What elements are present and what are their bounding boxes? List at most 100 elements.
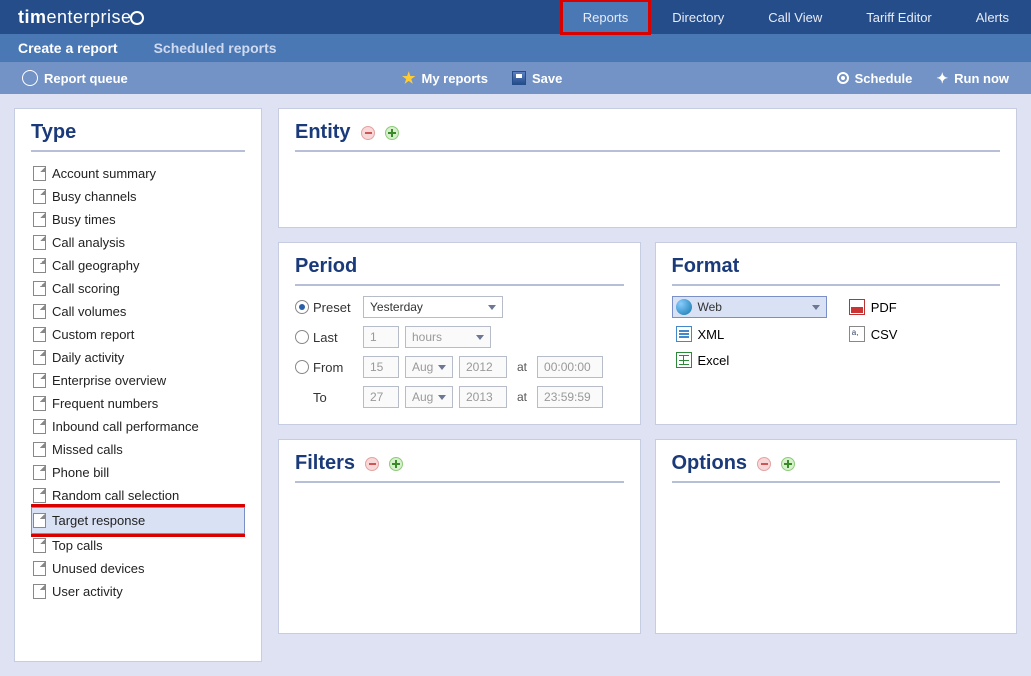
period-from-radio[interactable] (295, 360, 309, 374)
top-navbar: timenterprise ReportsDirectoryCall ViewT… (0, 0, 1031, 34)
add-icon[interactable] (781, 457, 795, 471)
type-item-call-scoring[interactable]: Call scoring (31, 277, 245, 300)
top-tab-tariff-editor[interactable]: Tariff Editor (844, 0, 954, 34)
period-last-radio[interactable] (295, 330, 309, 344)
format-label: Excel (698, 353, 730, 368)
format-label: Web (698, 300, 722, 314)
main-area: Type Account summaryBusy channels Busy ti… (0, 94, 1031, 676)
type-item-call-volumes[interactable]: Call volumes (31, 300, 245, 323)
sub-tab-create-a-report[interactable]: Create a report (0, 34, 136, 62)
type-item-inbound-call-performance[interactable]: Inbound call performance (31, 415, 245, 438)
type-item-label: Inbound call performance (52, 419, 199, 434)
save-icon (512, 71, 526, 85)
type-title: Type (31, 121, 76, 144)
period-last-qty[interactable]: 1 (363, 326, 399, 348)
document-icon (33, 304, 46, 319)
entity-title: Entity (295, 121, 351, 144)
type-item-label: Busy times (52, 212, 116, 227)
type-item-busy-times[interactable]: Busy times (31, 208, 245, 231)
type-item-missed-calls[interactable]: Missed calls (31, 438, 245, 461)
report-queue-label: Report queue (44, 71, 128, 86)
entity-panel: Entity (278, 108, 1017, 228)
type-item-frequent-numbers[interactable]: Frequent numbers (31, 392, 245, 415)
remove-icon[interactable] (757, 457, 771, 471)
type-list[interactable]: Account summaryBusy channels Busy times Ca… (31, 162, 245, 644)
from-year[interactable]: 2012 (459, 356, 507, 378)
xml-icon (676, 326, 692, 342)
save-button[interactable]: Save (504, 71, 570, 86)
document-icon (33, 488, 46, 503)
my-reports-label: My reports (422, 71, 488, 86)
format-xml[interactable]: XML (672, 324, 827, 344)
top-tab-alerts[interactable]: Alerts (954, 0, 1031, 34)
period-to-label: To (313, 390, 363, 405)
from-time[interactable]: 00:00:00 (537, 356, 603, 378)
to-month[interactable]: Aug (405, 386, 453, 408)
to-year[interactable]: 2013 (459, 386, 507, 408)
format-title: Format (672, 255, 740, 278)
type-item-unused-devices[interactable]: Unused devices (31, 557, 245, 580)
format-web[interactable]: Web (672, 296, 827, 318)
period-from-label: From (313, 360, 363, 375)
type-item-enterprise-overview[interactable]: Enterprise overview (31, 369, 245, 392)
entity-header: Entity (295, 121, 1000, 152)
format-csv[interactable]: CSV (845, 324, 1000, 344)
my-reports-button[interactable]: ★ My reports (394, 69, 496, 87)
type-item-account-summary[interactable]: Account summary (31, 162, 245, 185)
type-item-phone-bill[interactable]: Phone bill (31, 461, 245, 484)
add-icon[interactable] (385, 126, 399, 140)
period-grid: Preset Yesterday Last 1 hours From 15 Au… (295, 296, 624, 408)
run-now-label: Run now (954, 71, 1009, 86)
brand-light: enterprise (47, 7, 132, 27)
from-month[interactable]: Aug (405, 356, 453, 378)
document-icon (33, 465, 46, 480)
type-item-label: Daily activity (52, 350, 124, 365)
type-item-label: Unused devices (52, 561, 145, 576)
document-icon (33, 373, 46, 388)
top-tab-directory[interactable]: Directory (650, 0, 746, 34)
csv-icon (849, 326, 865, 342)
type-item-label: Custom report (52, 327, 134, 342)
save-label: Save (532, 71, 562, 86)
schedule-button[interactable]: Schedule (829, 71, 921, 86)
web-icon (676, 299, 692, 315)
report-queue-button[interactable]: Report queue (14, 70, 136, 86)
type-item-random-call-selection[interactable]: Random call selection (31, 484, 245, 507)
type-item-busy-channels[interactable]: Busy channels (31, 185, 245, 208)
to-day[interactable]: 27 (363, 386, 399, 408)
remove-icon[interactable] (365, 457, 379, 471)
from-day[interactable]: 15 (363, 356, 399, 378)
options-panel: Options (655, 439, 1018, 634)
type-item-target-response[interactable]: Target response (31, 507, 245, 534)
type-item-daily-activity[interactable]: Daily activity (31, 346, 245, 369)
remove-icon[interactable] (361, 126, 375, 140)
format-excel[interactable]: Excel (672, 350, 827, 370)
period-last-unit[interactable]: hours (405, 326, 491, 348)
type-item-call-geography[interactable]: Call geography (31, 254, 245, 277)
type-item-label: Target response (52, 513, 145, 528)
type-item-call-analysis[interactable]: Call analysis (31, 231, 245, 254)
filters-title: Filters (295, 452, 355, 475)
document-icon (33, 258, 46, 273)
format-pdf[interactable]: PDF (845, 296, 1000, 318)
to-time[interactable]: 23:59:59 (537, 386, 603, 408)
type-item-custom-report[interactable]: Custom report (31, 323, 245, 346)
top-tab-call-view[interactable]: Call View (746, 0, 844, 34)
document-icon (33, 189, 46, 204)
document-icon (33, 235, 46, 250)
top-tab-reports[interactable]: Reports (561, 0, 651, 34)
sub-navbar: Create a reportScheduled reports (0, 34, 1031, 62)
sub-tab-scheduled-reports[interactable]: Scheduled reports (136, 34, 295, 62)
period-preset-select[interactable]: Yesterday (363, 296, 503, 318)
type-item-label: Top calls (52, 538, 103, 553)
period-header: Period (295, 255, 624, 286)
clock-icon (837, 72, 849, 84)
add-icon[interactable] (389, 457, 403, 471)
type-item-top-calls[interactable]: Top calls (31, 534, 245, 557)
top-tabs: ReportsDirectoryCall ViewTariff EditorAl… (561, 0, 1031, 34)
period-preset-radio[interactable] (295, 300, 309, 314)
type-item-label: User activity (52, 584, 123, 599)
format-label: PDF (871, 300, 897, 315)
type-item-user-activity[interactable]: User activity (31, 580, 245, 603)
run-now-button[interactable]: ✦ Run now (928, 70, 1017, 87)
